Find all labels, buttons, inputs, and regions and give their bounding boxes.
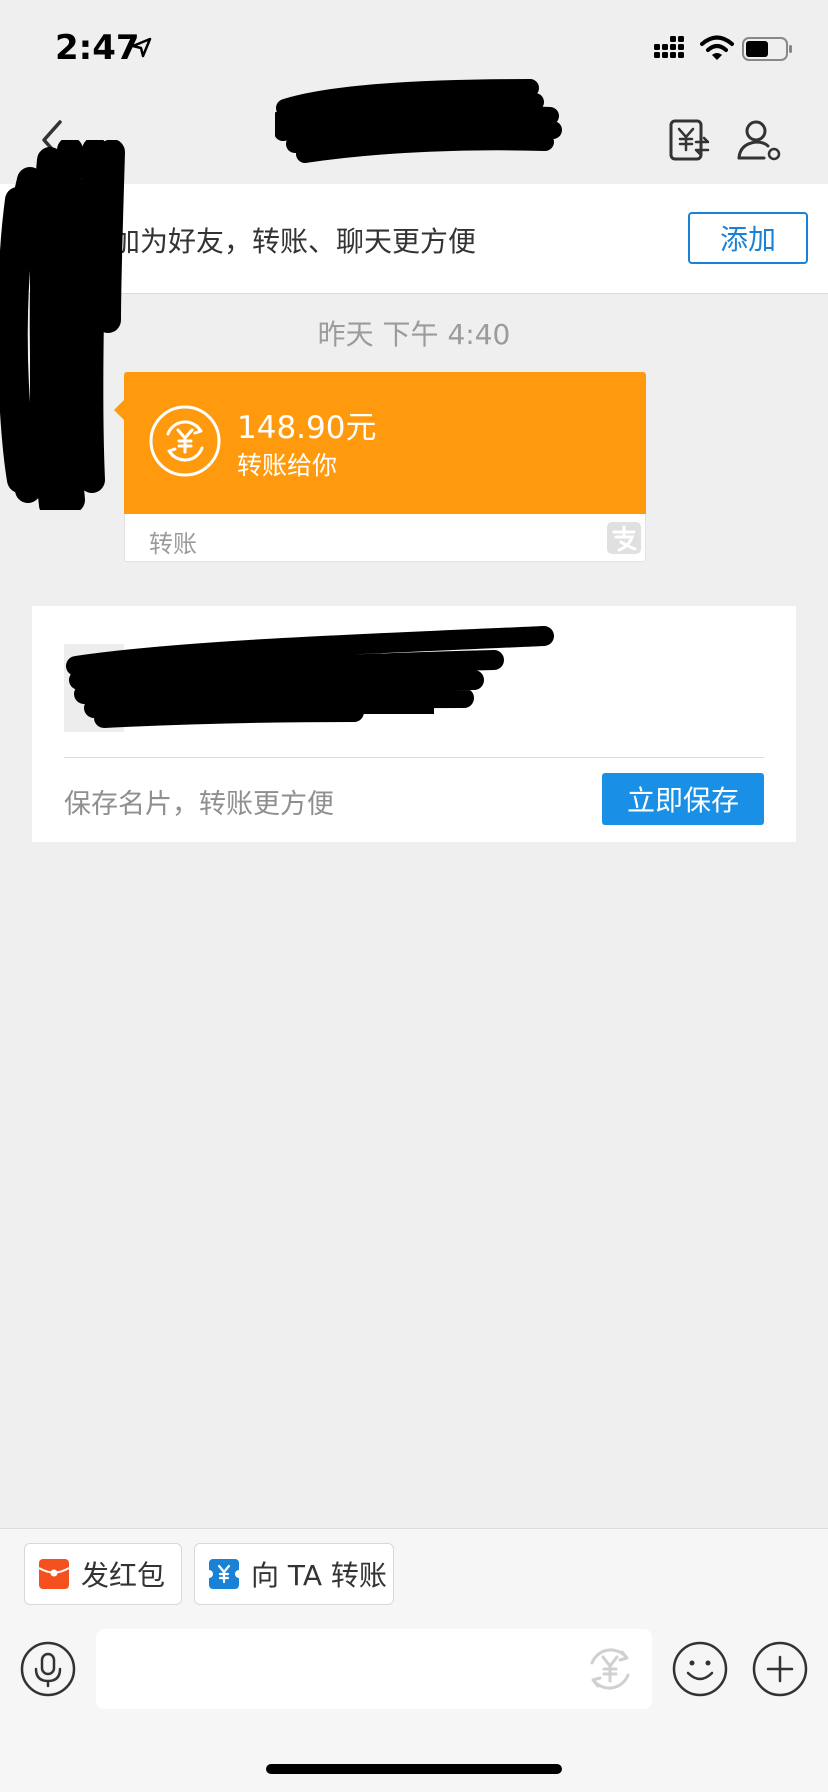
save-now-button[interactable]: 立即保存 xyxy=(602,773,764,825)
yuan-transfer-icon xyxy=(149,405,221,477)
red-packet-label: 发红包 xyxy=(81,1559,166,1592)
alipay-logo-icon xyxy=(607,522,641,554)
redacted-contact-info xyxy=(64,626,554,732)
transfer-ticket-icon xyxy=(209,1559,239,1589)
transfer-to-contact-label: 向 TA 转账 xyxy=(251,1559,387,1592)
add-friend-button[interactable]: 添加 xyxy=(688,212,808,264)
red-packet-icon xyxy=(39,1559,69,1589)
transfer-label: 转账 xyxy=(149,530,197,558)
voice-mic-icon[interactable] xyxy=(20,1641,76,1697)
transfer-card-header: 148.90元 转账给你 xyxy=(114,372,646,514)
redacted-contact-name xyxy=(275,79,562,163)
save-card-text: 保存名片，转账更方便 xyxy=(64,789,334,820)
send-red-packet-button[interactable]: 发红包 xyxy=(24,1543,182,1605)
transfer-subtitle: 转账给你 xyxy=(237,451,338,480)
wifi-icon xyxy=(700,35,734,60)
transfer-message-card[interactable]: 148.90元 转账给你 转账 xyxy=(114,372,646,562)
plus-icon[interactable] xyxy=(752,1641,808,1697)
quick-transfer-yuan-icon[interactable] xyxy=(582,1641,638,1697)
save-card-divider xyxy=(64,757,764,758)
chat-input-bar: 发红包 向 TA 转账 xyxy=(0,1528,828,1792)
transfer-amount: 148.90元 xyxy=(237,410,377,446)
emoji-icon[interactable] xyxy=(672,1641,728,1697)
message-input[interactable] xyxy=(96,1629,652,1709)
home-indicator[interactable] xyxy=(266,1764,562,1774)
add-friend-text: 加为好友，转账、聊天更方便 xyxy=(112,225,477,258)
transfer-yuan-icon[interactable] xyxy=(668,118,712,162)
transfer-to-contact-button[interactable]: 向 TA 转账 xyxy=(194,1543,394,1605)
transfer-card-footer: 转账 xyxy=(124,514,646,562)
battery-icon xyxy=(742,37,792,61)
save-contact-card: 保存名片，转账更方便 立即保存 xyxy=(32,606,796,842)
status-time: 2:47 xyxy=(55,28,140,68)
cellular-signal-icon xyxy=(654,36,684,58)
profile-settings-icon[interactable] xyxy=(736,118,782,162)
redacted-avatar xyxy=(0,140,125,510)
location-arrow-icon xyxy=(131,37,152,58)
